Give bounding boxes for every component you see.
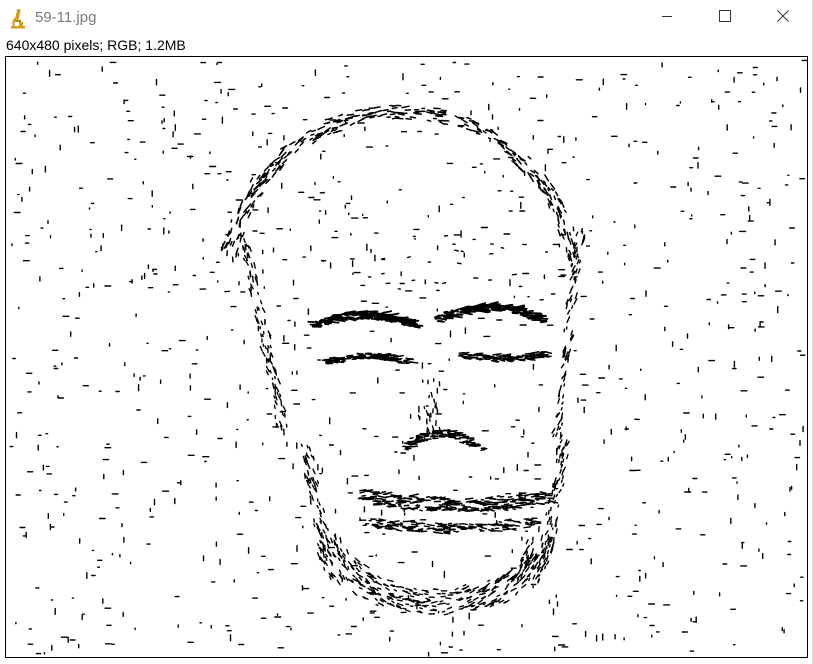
maximize-icon xyxy=(719,9,731,27)
maximize-button[interactable] xyxy=(696,0,754,36)
minimize-icon xyxy=(661,9,673,27)
close-icon xyxy=(777,9,789,27)
close-button[interactable] xyxy=(754,0,812,36)
image-info-label: 640x480 pixels; RGB; 1.2MB xyxy=(6,37,186,53)
window-title: 59-11.jpg xyxy=(35,9,97,26)
image-canvas[interactable] xyxy=(5,56,808,658)
edge-image xyxy=(6,57,807,657)
minimize-button[interactable] xyxy=(638,0,696,36)
microscope-icon xyxy=(10,7,26,29)
title-bar[interactable]: 59-11.jpg xyxy=(0,0,814,36)
app-window: 59-11.jpg 640x480 pixels; RGB; 1.2MB xyxy=(0,0,814,664)
